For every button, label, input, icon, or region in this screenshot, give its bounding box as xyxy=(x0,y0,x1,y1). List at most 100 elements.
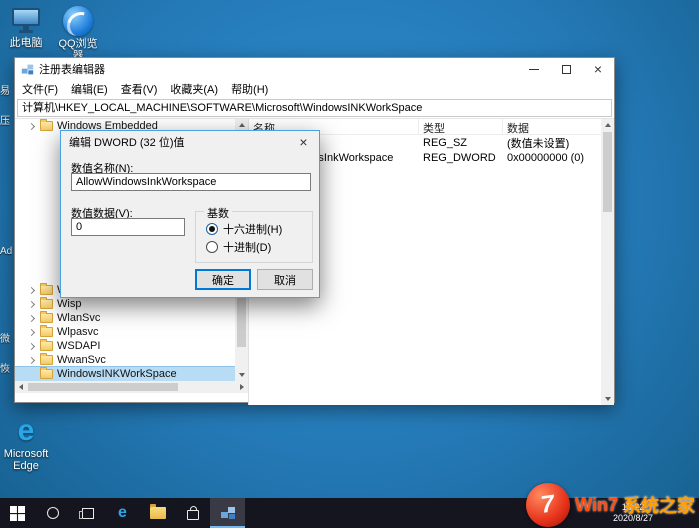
scroll-left-icon[interactable] xyxy=(19,384,23,390)
regedit-icon xyxy=(220,505,236,521)
task-view-button[interactable] xyxy=(70,498,105,528)
chevron-right-icon xyxy=(28,342,35,349)
tree-item-label: WSDAPI xyxy=(57,340,100,352)
store-icon xyxy=(187,510,199,520)
dialog-title-bar[interactable]: 编辑 DWORD (32 位)值 xyxy=(61,131,319,153)
task-view-icon xyxy=(82,508,94,519)
folder-icon xyxy=(40,299,53,309)
folder-icon xyxy=(40,341,53,351)
scroll-up-icon[interactable] xyxy=(605,123,611,127)
taskbar-regedit-button-active[interactable] xyxy=(210,498,245,528)
win7-homesite-watermark: 7 Win7 系统之家 xyxy=(526,483,695,527)
scrollbar-thumb[interactable] xyxy=(28,383,178,391)
scroll-right-icon[interactable] xyxy=(240,384,244,390)
brand-text-primary: Win7 xyxy=(575,495,618,516)
menu-help[interactable]: 帮助(H) xyxy=(231,81,268,97)
radio-label: 十进制(D) xyxy=(223,239,271,255)
desktop-icon-fragment[interactable]: 微 xyxy=(0,330,10,345)
tree-item-label: Wisp xyxy=(57,298,81,310)
qq-browser-icon xyxy=(63,6,93,36)
scrollbar-thumb[interactable] xyxy=(603,132,612,212)
chevron-spacer xyxy=(28,370,35,377)
minimize-icon xyxy=(529,69,539,70)
desktop-icon-qq-browser[interactable]: QQ浏览器 xyxy=(54,6,102,62)
minimize-button[interactable] xyxy=(518,58,550,80)
icon-label: Microsoft Edge xyxy=(2,448,50,472)
folder-icon xyxy=(40,313,53,323)
edge-icon: e xyxy=(118,505,127,521)
this-pc-icon xyxy=(11,8,41,35)
tree-item-selected[interactable]: WindowsINKWorkSpace xyxy=(15,367,235,381)
maximize-icon xyxy=(562,65,571,74)
radio-label: 十六进制(H) xyxy=(223,221,282,237)
search-icon xyxy=(47,507,59,519)
regedit-icon xyxy=(21,63,34,76)
close-button[interactable] xyxy=(582,58,614,80)
menu-bar: 文件(F) 编辑(E) 查看(V) 收藏夹(A) 帮助(H) xyxy=(15,80,614,98)
folder-icon xyxy=(40,327,53,337)
column-data[interactable]: 数据 xyxy=(503,119,603,134)
icon-label: 此电脑 xyxy=(2,37,50,49)
menu-file[interactable]: 文件(F) xyxy=(22,81,58,97)
menu-view[interactable]: 查看(V) xyxy=(121,81,158,97)
menu-favorites[interactable]: 收藏夹(A) xyxy=(170,81,218,97)
window-title: 注册表编辑器 xyxy=(39,61,518,77)
tree-item[interactable]: WSDAPI xyxy=(15,339,235,353)
desktop-icon-ms-edge[interactable]: e Microsoft Edge xyxy=(2,416,50,472)
chevron-right-icon xyxy=(28,300,35,307)
desktop-icon-fragment[interactable]: 易 xyxy=(0,82,10,97)
dec-radio[interactable]: 十进制(D) xyxy=(206,239,271,255)
radio-checked-icon xyxy=(206,223,218,235)
edit-dword-dialog: 编辑 DWORD (32 位)值 数值名称(N): 数值数据(V): 基数 十六… xyxy=(60,130,320,298)
folder-icon xyxy=(40,285,53,295)
tree-item[interactable]: WwanSvc xyxy=(15,353,235,367)
value-data: 0x00000000 (0) xyxy=(503,152,603,164)
desktop-icon-fragment[interactable]: 压 xyxy=(0,112,10,127)
menu-edit[interactable]: 编辑(E) xyxy=(71,81,108,97)
scroll-down-icon[interactable] xyxy=(605,397,611,401)
taskbar-file-explorer-button[interactable] xyxy=(140,498,175,528)
maximize-button[interactable] xyxy=(550,58,582,80)
tree-item[interactable]: Wlpasvc xyxy=(15,325,235,339)
dialog-title: 编辑 DWORD (32 位)值 xyxy=(69,134,185,150)
tree-item-label: WwanSvc xyxy=(57,354,106,366)
hex-radio[interactable]: 十六进制(H) xyxy=(206,221,282,237)
start-button[interactable] xyxy=(0,498,35,528)
taskbar-store-button[interactable] xyxy=(175,498,210,528)
win7-logo-icon: 7 xyxy=(526,483,570,527)
ok-button[interactable]: 确定 xyxy=(195,269,251,290)
title-bar[interactable]: 注册表编辑器 xyxy=(15,58,614,80)
radio-unchecked-icon xyxy=(206,241,218,253)
desktop-icon-this-pc[interactable]: 此电脑 xyxy=(2,8,50,49)
scroll-up-icon[interactable] xyxy=(239,123,245,127)
cancel-button[interactable]: 取消 xyxy=(257,269,313,290)
column-type[interactable]: 类型 xyxy=(419,119,503,134)
tree-scrollbar-horizontal[interactable] xyxy=(15,381,248,393)
value-type: REG_DWORD xyxy=(419,152,503,164)
tree-item-label: Wlpasvc xyxy=(57,326,99,338)
folder-icon xyxy=(40,121,53,131)
scroll-down-icon[interactable] xyxy=(239,373,245,377)
value-name-input[interactable] xyxy=(71,173,311,191)
value-data: (数值未设置) xyxy=(503,135,603,151)
tree-item[interactable]: WlanSvc xyxy=(15,311,235,325)
base-group-label: 基数 xyxy=(204,205,232,221)
chevron-right-icon xyxy=(28,314,35,321)
values-scrollbar-vertical[interactable] xyxy=(601,119,614,405)
file-explorer-icon xyxy=(150,507,166,519)
tree-item-label: WindowsINKWorkSpace xyxy=(57,368,177,380)
value-data-input[interactable] xyxy=(71,218,185,236)
tree-item[interactable]: Wisp xyxy=(15,297,235,311)
edge-icon: e xyxy=(2,416,50,446)
brand-text-secondary: 系统之家 xyxy=(623,492,695,518)
taskbar-edge-button[interactable]: e xyxy=(105,498,140,528)
chevron-right-icon xyxy=(28,122,35,129)
search-button[interactable] xyxy=(35,498,70,528)
chevron-right-icon xyxy=(28,286,35,293)
desktop-icon-fragment[interactable]: Ad xyxy=(0,246,12,257)
address-input[interactable]: 计算机\HKEY_LOCAL_MACHINE\SOFTWARE\Microsof… xyxy=(17,99,612,117)
base-groupbox: 基数 十六进制(H) 十进制(D) xyxy=(195,211,313,263)
desktop-icon-fragment[interactable]: 恢 xyxy=(0,360,10,375)
dialog-close-button[interactable] xyxy=(289,132,318,152)
folder-icon xyxy=(40,369,53,379)
